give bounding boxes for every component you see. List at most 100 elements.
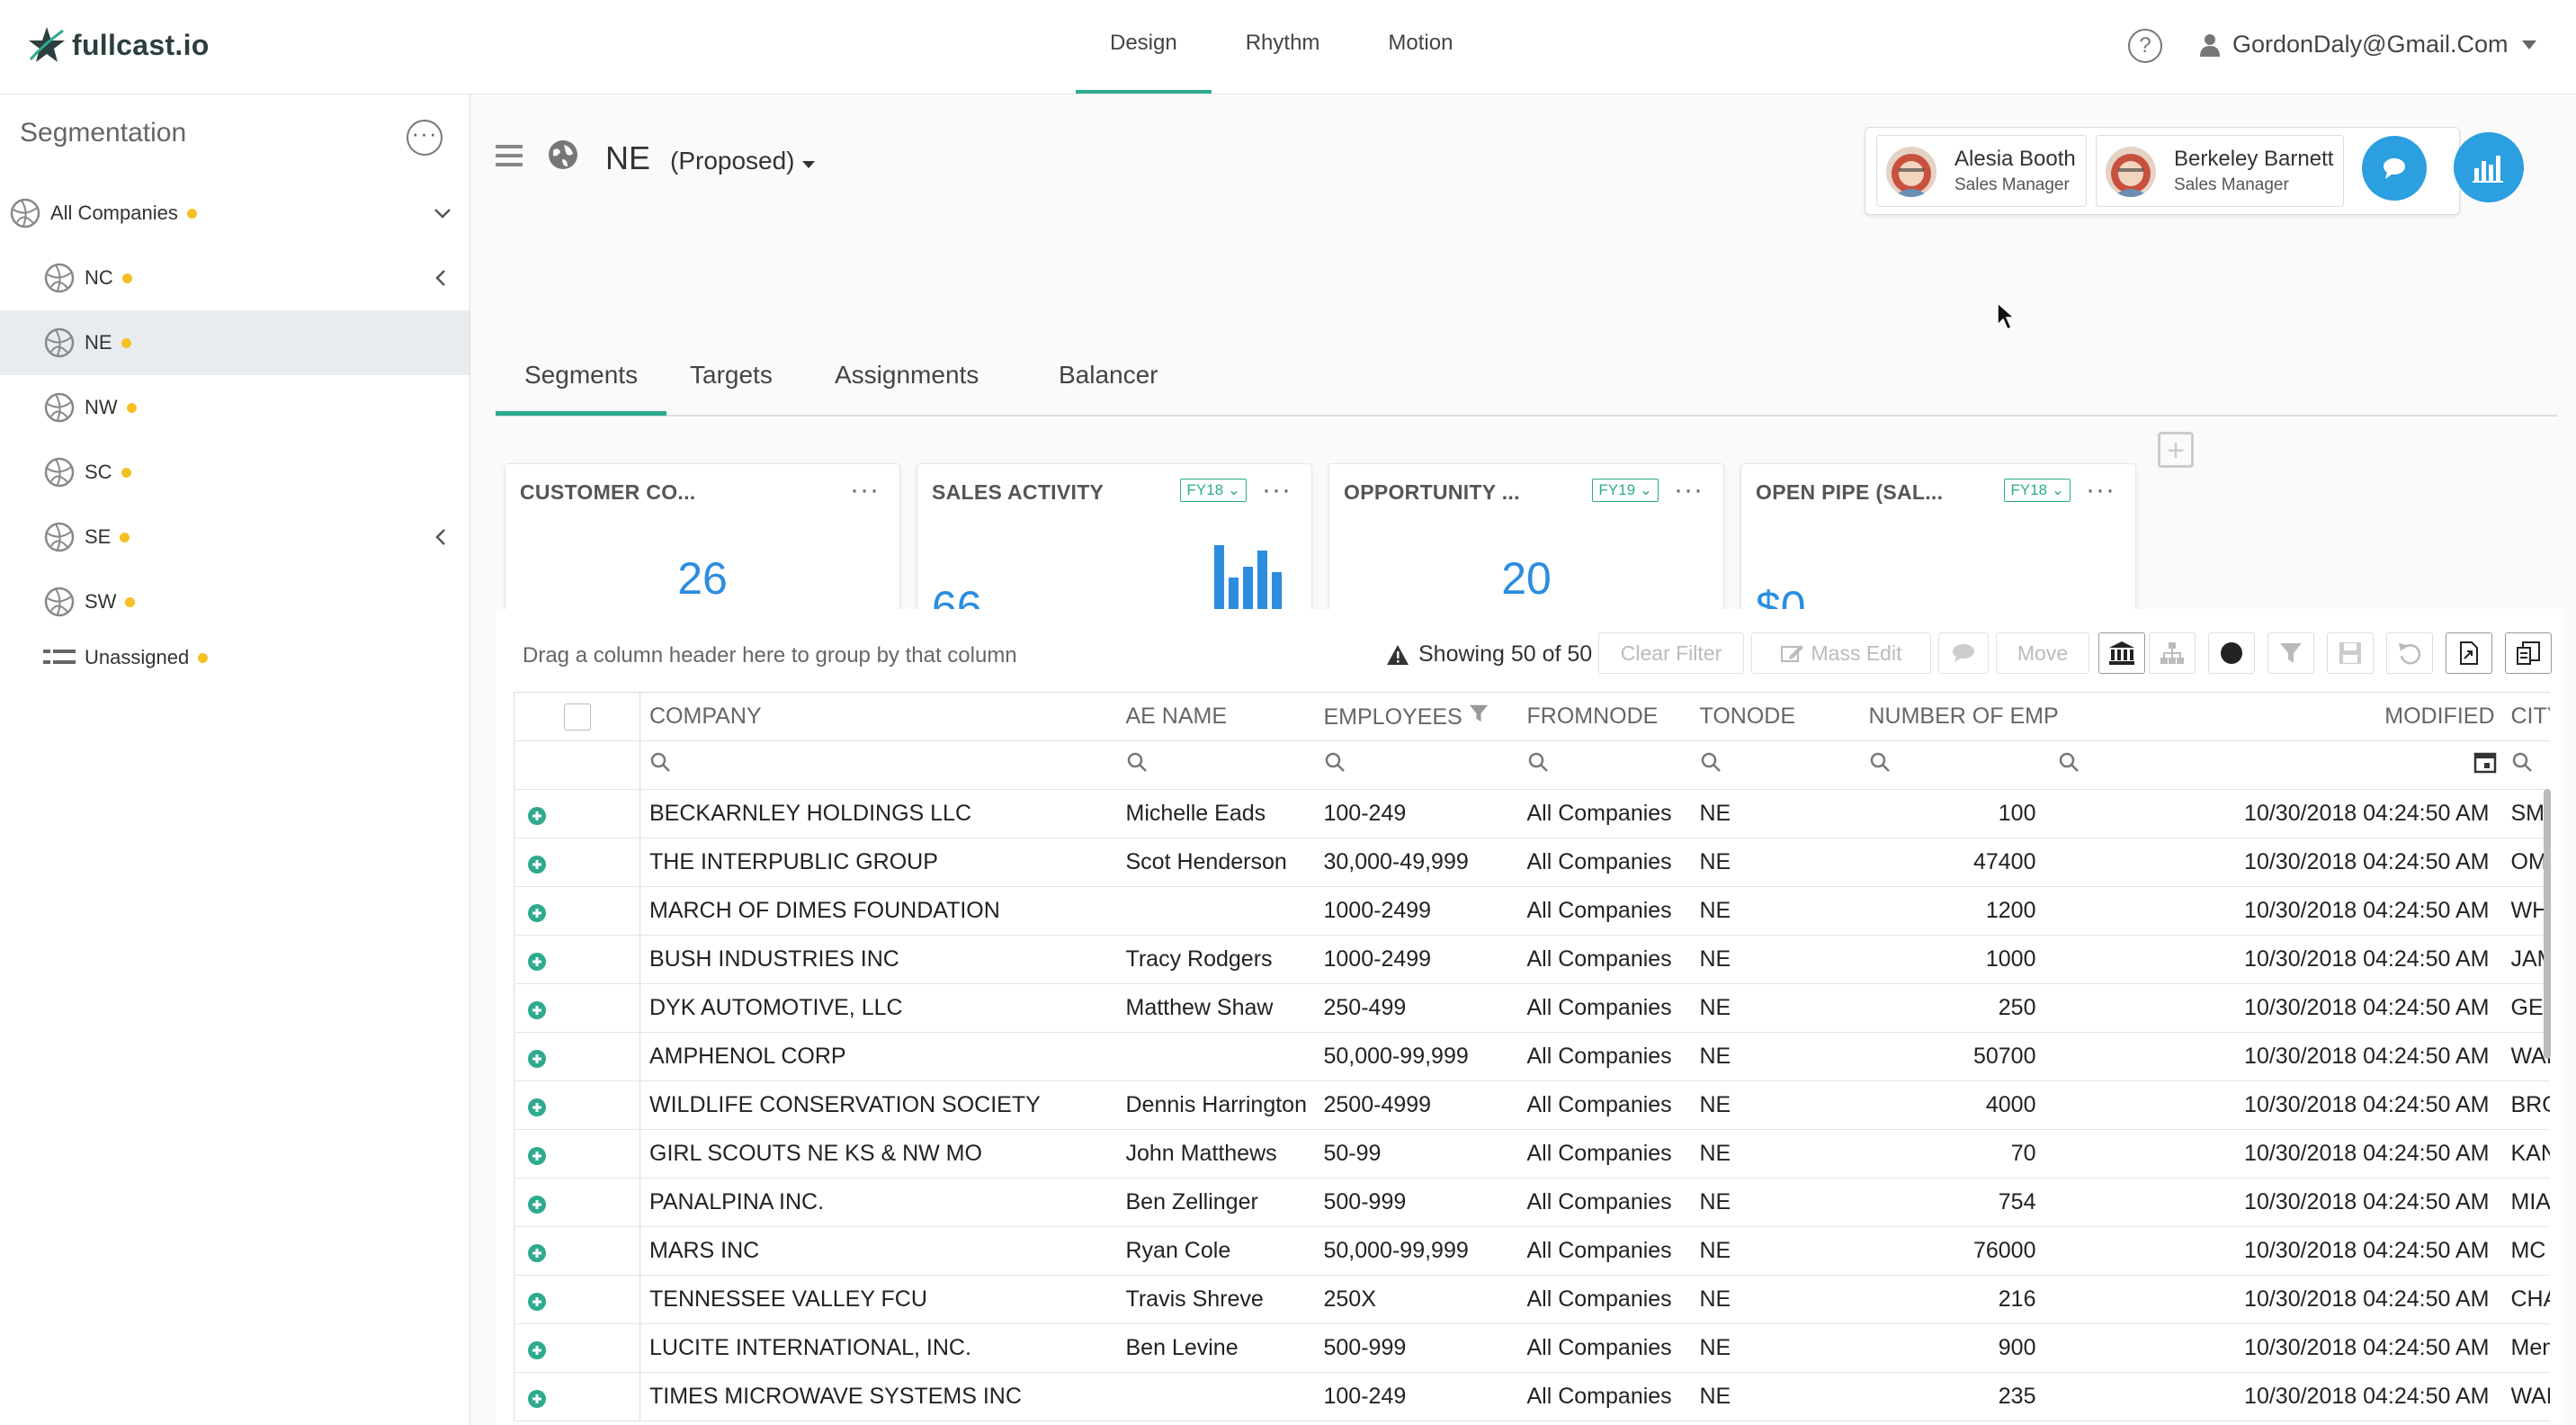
expand-cell [514, 983, 640, 1033]
fiscal-year-label: FY19 [1598, 481, 1636, 498]
add-card-button[interactable]: + [2158, 432, 2194, 468]
logo[interactable]: fullcast.io [27, 25, 210, 65]
chevron-down-icon[interactable] [434, 208, 452, 219]
record-button[interactable] [2208, 632, 2255, 674]
column-header[interactable]: TONODE [1690, 692, 1860, 741]
table-row[interactable]: PANALPINA INC. Ben Zellinger 500-999 All Co… [514, 1178, 2550, 1227]
hierarchy-button[interactable] [2149, 632, 2196, 674]
tab-balancer[interactable]: Balancer [1030, 361, 1187, 411]
card-menu-icon[interactable]: ··· [2086, 475, 2115, 506]
plus-circle-icon[interactable] [527, 1098, 547, 1117]
table-row[interactable]: BECKARNLEY HOLDINGS LLC Michelle Eads 100-… [514, 789, 2550, 838]
sidebar-item-nc[interactable]: NC [0, 246, 470, 310]
expand-cell [514, 1032, 640, 1081]
comment-button[interactable] [1938, 632, 1989, 674]
table-row[interactable]: THE INTERPUBLIC GROUP Scot Henderson 30,00… [514, 838, 2550, 887]
column-header[interactable]: FROMNODE [1517, 692, 1691, 741]
analytics-button[interactable] [2454, 132, 2524, 202]
table-row[interactable]: TIMES MICROWAVE SYSTEMS INC 100-249 All Co… [514, 1372, 2550, 1421]
plus-circle-icon[interactable] [527, 1292, 547, 1312]
chat-button[interactable] [2362, 136, 2427, 201]
card-menu-icon[interactable]: ··· [1262, 475, 1292, 506]
column-header-employees[interactable]: EMPLOYEES [1314, 692, 1518, 741]
card-menu-icon[interactable]: ··· [850, 475, 880, 506]
export-button[interactable] [2446, 632, 2492, 674]
sidebar-item-sw[interactable]: SW [0, 569, 470, 634]
table-row[interactable]: BUSH INDUSTRIES INC Tracy Rodgers 1000-249… [514, 935, 2550, 984]
help-icon[interactable]: ? [2128, 29, 2162, 63]
plus-circle-icon[interactable] [527, 952, 547, 972]
nav-motion[interactable]: Motion [1354, 0, 1487, 94]
plus-circle-icon[interactable] [527, 1195, 547, 1214]
plus-circle-icon[interactable] [527, 855, 547, 874]
select-all-checkbox[interactable] [563, 703, 591, 730]
columns-button[interactable] [2505, 632, 2552, 674]
bank-view-button[interactable] [2098, 632, 2145, 674]
cell-number-of-emp: 754 [1859, 1178, 2049, 1227]
plus-circle-icon[interactable] [527, 1146, 547, 1166]
fiscal-year-select[interactable]: FY18 ⌄ [2004, 479, 2071, 502]
cell-tonode: NE [1690, 1372, 1860, 1421]
filter-modified[interactable] [2048, 740, 2303, 790]
filter-city[interactable] [2501, 740, 2550, 790]
mass-edit-button[interactable]: Mass Edit [1751, 632, 1931, 674]
column-header[interactable]: MODIFIED [2302, 692, 2502, 741]
cell-employees: 30,000-49,999 [1314, 838, 1518, 887]
plus-circle-icon[interactable] [527, 1243, 547, 1263]
plus-circle-icon[interactable] [527, 1049, 547, 1069]
filter-modified-date[interactable] [2302, 740, 2502, 790]
filter-company[interactable] [640, 740, 1117, 790]
filter-button[interactable] [2267, 632, 2314, 674]
cell-company: THE INTERPUBLIC GROUP [640, 838, 1117, 887]
more-options-icon[interactable]: ··· [407, 120, 443, 156]
table-row[interactable]: DYK AUTOMOTIVE, LLC Matthew Shaw 250-499 Al… [514, 983, 2550, 1033]
column-header[interactable]: COMPANY [640, 692, 1117, 741]
plus-circle-icon[interactable] [527, 903, 547, 923]
tab-segments[interactable]: Segments [496, 361, 667, 416]
save-button[interactable] [2327, 632, 2374, 674]
move-button[interactable]: Move [1996, 632, 2089, 674]
plus-circle-icon[interactable] [527, 1000, 547, 1020]
tab-assignments[interactable]: Assignments [806, 361, 1007, 411]
table-row[interactable]: MARS INC Ryan Cole 50,000-99,999 All Compan… [514, 1226, 2550, 1276]
hamburger-menu-icon[interactable] [496, 145, 523, 172]
tab-targets[interactable]: Targets [661, 361, 801, 411]
sidebar-item-nw[interactable]: NW [0, 375, 470, 440]
table-row[interactable]: LUCITE INTERNATIONAL, INC. Ben Levine 500-… [514, 1323, 2550, 1373]
table-row[interactable]: WILDLIFE CONSERVATION SOCIETY Dennis Harr… [514, 1080, 2550, 1130]
table-row[interactable]: GIRL SCOUTS NE KS & NW MO John Matthews 50… [514, 1129, 2550, 1179]
card-menu-icon[interactable]: ··· [1674, 475, 1704, 506]
fiscal-year-select[interactable]: FY19 ⌄ [1592, 479, 1659, 502]
status-dropdown[interactable]: (Proposed) [670, 147, 816, 175]
table-row[interactable]: AMPHENOL CORP 50,000-99,999 All Companies N… [514, 1032, 2550, 1081]
user-menu[interactable]: GordonDaly@Gmail.Com [2200, 31, 2537, 58]
manager-card[interactable]: Berkeley Barnett Sales Manager [2096, 135, 2344, 207]
sidebar-item-se[interactable]: SE [0, 505, 470, 569]
chevron-left-icon[interactable] [435, 528, 446, 546]
table-row[interactable]: TENNESSEE VALLEY FCU Travis Shreve 250X All… [514, 1275, 2550, 1324]
column-header[interactable]: AE NAME [1116, 692, 1315, 741]
filter-ae-name[interactable] [1116, 740, 1315, 790]
sidebar-item-all-companies[interactable]: All Companies [0, 181, 470, 246]
plus-circle-icon[interactable] [527, 1389, 547, 1409]
chevron-left-icon[interactable] [435, 269, 446, 287]
nav-design[interactable]: Design [1076, 0, 1212, 94]
undo-button[interactable] [2386, 632, 2433, 674]
plus-circle-icon[interactable] [527, 1340, 547, 1360]
fiscal-year-select[interactable]: FY18 ⌄ [1180, 479, 1247, 502]
table-row[interactable]: MARCH OF DIMES FOUNDATION 1000-2499 All Co… [514, 886, 2550, 936]
filter-fromnode[interactable] [1517, 740, 1691, 790]
filter-employees[interactable] [1314, 740, 1518, 790]
column-header[interactable]: CITY [2501, 692, 2550, 741]
filter-tonode[interactable] [1690, 740, 1860, 790]
manager-card[interactable]: Alesia Booth Sales Manager [1876, 135, 2087, 207]
vertical-scrollbar[interactable] [2544, 789, 2551, 1059]
plus-circle-icon[interactable] [527, 806, 547, 826]
nav-rhythm[interactable]: Rhythm [1212, 0, 1355, 94]
sidebar-item-unassigned[interactable]: Unassigned [0, 632, 470, 683]
sidebar-item-ne[interactable]: NE [0, 310, 470, 375]
clear-filter-button[interactable]: Clear Filter [1598, 632, 1744, 674]
filter-number-of-emp[interactable] [1859, 740, 2049, 790]
column-header[interactable]: NUMBER OF EMP [1859, 692, 2303, 741]
sidebar-item-sc[interactable]: SC [0, 440, 470, 505]
